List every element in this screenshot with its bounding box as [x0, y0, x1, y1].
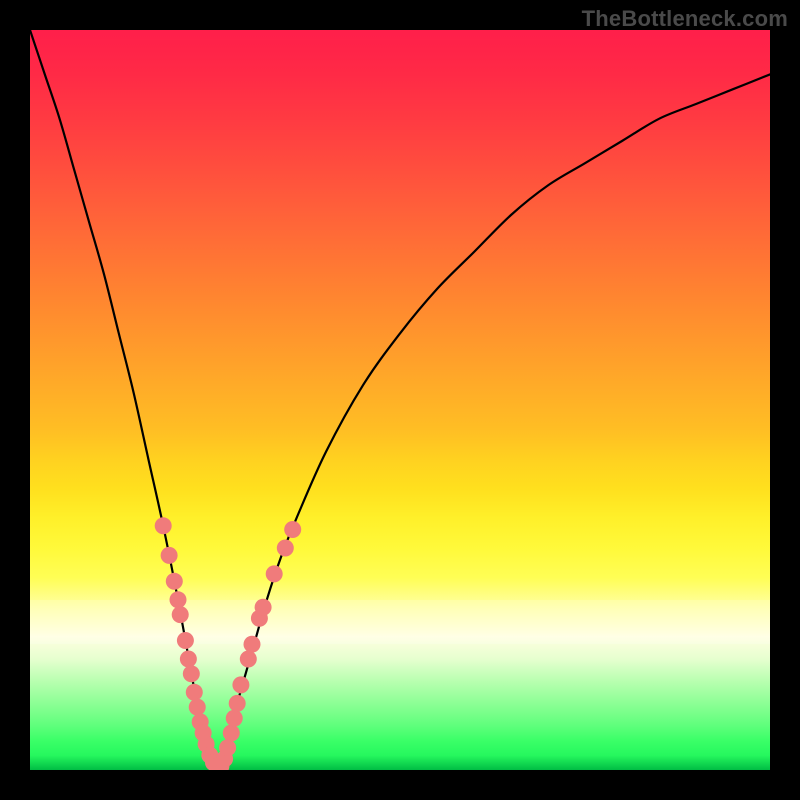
highlight-dot — [161, 547, 178, 564]
highlight-dot — [172, 606, 189, 623]
highlight-dot — [232, 676, 249, 693]
highlight-dots-group — [155, 517, 302, 770]
highlight-dot — [170, 591, 187, 608]
highlight-dot — [277, 540, 294, 557]
highlight-dot — [189, 699, 206, 716]
outer-frame: TheBottleneck.com — [0, 0, 800, 800]
highlight-dot — [223, 725, 240, 742]
highlight-dot — [255, 599, 272, 616]
bottleneck-curve — [30, 30, 770, 770]
highlight-dot — [186, 684, 203, 701]
highlight-dot — [229, 695, 246, 712]
highlight-dot — [226, 710, 243, 727]
highlight-dot — [244, 636, 261, 653]
highlight-dot — [177, 632, 194, 649]
highlight-dot — [155, 517, 172, 534]
chart-svg — [30, 30, 770, 770]
highlight-dot — [180, 651, 197, 668]
watermark-text: TheBottleneck.com — [582, 6, 788, 32]
highlight-dot — [284, 521, 301, 538]
plot-area — [30, 30, 770, 770]
highlight-dot — [183, 665, 200, 682]
highlight-dot — [166, 573, 183, 590]
highlight-dot — [266, 565, 283, 582]
highlight-dot — [240, 651, 257, 668]
highlight-dot — [219, 739, 236, 756]
